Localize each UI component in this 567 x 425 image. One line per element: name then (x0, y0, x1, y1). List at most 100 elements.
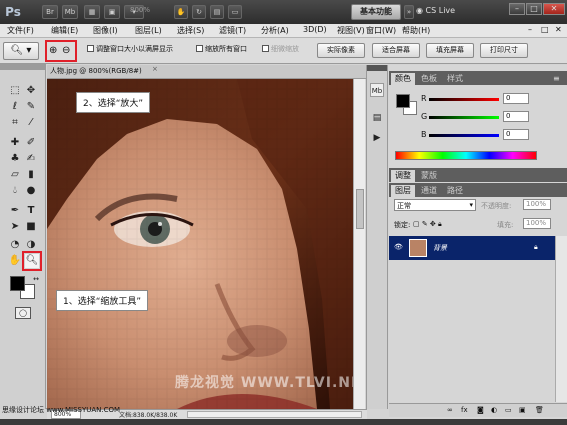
menu-3d[interactable]: 3D(D) (303, 25, 327, 34)
menu-filter[interactable]: 滤镜(T) (219, 25, 246, 36)
quick-mask-icon[interactable]: ◯ (15, 307, 31, 319)
layer-style-icon[interactable]: fx (461, 406, 468, 414)
doc-restore-button[interactable]: □ (541, 25, 549, 34)
print-size-button[interactable]: 打印尺寸 (480, 43, 528, 58)
zoom-all-checkbox[interactable]: 缩放所有窗口 (196, 44, 247, 54)
path-select-tool-icon[interactable]: ➤ (8, 220, 22, 234)
tab-channels[interactable]: 通道 (417, 185, 441, 197)
gradient-tool-icon[interactable]: ▮ (24, 168, 38, 182)
red-value-input[interactable]: 0 (503, 93, 529, 104)
camera-icon[interactable]: ▣ (104, 5, 120, 19)
3d-rotate-tool-icon[interactable]: ◔ (8, 238, 22, 252)
3d-orbit-tool-icon[interactable]: ◑ (24, 238, 38, 252)
scrubby-zoom-checkbox[interactable]: 细微缩放 (262, 44, 299, 54)
new-group-icon[interactable]: ▭ (505, 406, 512, 414)
hand-tool-icon[interactable]: ✋ (8, 254, 22, 268)
actual-pixels-button[interactable]: 实际像素 (317, 43, 365, 58)
bridge-icon[interactable]: Br (42, 5, 58, 19)
marquee-tool-icon[interactable]: ⬚ (8, 84, 22, 98)
hand-icon[interactable]: ✋ (174, 5, 188, 19)
dodge-tool-icon[interactable]: ● (24, 184, 38, 198)
maximize-button[interactable]: □ (526, 3, 542, 15)
clone-stamp-tool-icon[interactable]: ♣ (8, 152, 22, 166)
fill-input[interactable]: 100% (523, 218, 551, 229)
rotate-view-icon[interactable]: ↻ (192, 5, 206, 19)
blend-mode-select[interactable]: 正常 ▾ (394, 199, 476, 211)
doc-close-button[interactable]: ✕ (555, 25, 562, 34)
menu-layer[interactable]: 图层(L) (135, 25, 162, 36)
green-value-input[interactable]: 0 (503, 111, 529, 122)
link-layers-icon[interactable]: ∞ (447, 406, 453, 414)
type-tool-icon[interactable]: T (24, 204, 38, 218)
tab-color[interactable]: 颜色 (391, 73, 415, 85)
workspace-button[interactable]: 基本功能 (351, 4, 401, 20)
tab-masks[interactable]: 蒙版 (417, 170, 441, 182)
menu-view[interactable]: 视图(V) (337, 25, 365, 36)
grid-icon[interactable]: ▦ (84, 5, 100, 19)
zoom-tool-icon[interactable]: 🔍︎ (25, 254, 39, 268)
menu-edit[interactable]: 编辑(E) (51, 25, 78, 36)
close-button[interactable]: ✕ (543, 3, 565, 15)
minibridge-icon[interactable]: Mb (62, 5, 78, 19)
tool-preset-picker[interactable]: 🔍︎ ▾ (3, 42, 39, 60)
tab-paths[interactable]: 路径 (443, 185, 467, 197)
zoom-in-icon[interactable]: ⊕ (49, 44, 57, 58)
history-panel-icon[interactable]: ▤ (370, 111, 384, 125)
horizontal-scrollbar[interactable] (187, 411, 362, 418)
mini-bridge-panel-icon[interactable]: Mb (370, 83, 384, 97)
delete-layer-icon[interactable]: 🗑︎ (535, 406, 544, 414)
quick-select-tool-icon[interactable]: ✎ (24, 100, 38, 114)
shape-tool-icon[interactable]: ■ (24, 220, 38, 234)
visibility-eye-icon[interactable]: 👁︎ (394, 243, 403, 251)
menu-file[interactable]: 文件(F) (7, 25, 34, 36)
fit-screen-button[interactable]: 适合屏幕 (372, 43, 420, 58)
adjustment-layer-icon[interactable]: ◐ (491, 406, 497, 414)
menu-image[interactable]: 图像(I) (93, 25, 118, 36)
menu-select[interactable]: 选择(S) (177, 25, 204, 36)
blue-slider[interactable] (429, 134, 499, 137)
layers-scrollbar[interactable] (555, 236, 567, 402)
layer-row-background[interactable]: 👁︎ 背景 🔒︎ (389, 236, 555, 260)
foreground-color-swatch-top[interactable] (10, 276, 25, 291)
green-slider[interactable] (429, 116, 499, 119)
color-spectrum-bar[interactable] (395, 151, 537, 160)
brush-tool-icon[interactable]: ✐ (24, 136, 38, 150)
document-tab[interactable]: 人物.jpg @ 800%(RGB/8#) × (47, 65, 367, 79)
dock-grip[interactable] (367, 65, 387, 71)
doc-minimize-button[interactable]: – (528, 25, 532, 34)
red-slider[interactable] (429, 98, 499, 101)
fill-screen-button[interactable]: 填充屏幕 (426, 43, 474, 58)
menu-help[interactable]: 帮助(H) (402, 25, 430, 36)
move-tool-icon[interactable]: ✥ (24, 84, 38, 98)
swap-colors-icon[interactable]: ↔ (29, 272, 43, 286)
arrange-icon[interactable]: ▤ (210, 5, 224, 19)
actions-panel-icon[interactable]: ▶ (370, 131, 384, 145)
menu-window[interactable]: 窗口(W) (366, 25, 396, 36)
cs-live-button[interactable]: ◉ CS Live (416, 6, 455, 15)
tools-panel-grip[interactable] (0, 64, 46, 70)
tab-adjustments[interactable]: 调整 (391, 170, 415, 182)
pen-tool-icon[interactable]: ✒ (8, 204, 22, 218)
tab-styles[interactable]: 样式 (443, 73, 467, 85)
menu-analysis[interactable]: 分析(A) (261, 25, 289, 36)
scrollbar-thumb[interactable] (356, 189, 364, 229)
minimize-button[interactable]: – (509, 3, 525, 15)
vertical-scrollbar[interactable] (353, 79, 365, 409)
resize-windows-checkbox[interactable]: 调整窗口大小以满屏显示 (87, 44, 173, 54)
eraser-tool-icon[interactable]: ▱ (8, 168, 22, 182)
workspace-menu-icon[interactable]: » (404, 5, 414, 19)
blue-value-input[interactable]: 0 (503, 129, 529, 140)
tab-swatches[interactable]: 色板 (417, 73, 441, 85)
history-brush-tool-icon[interactable]: ✍ (24, 152, 38, 166)
image-canvas[interactable]: 2、选择“放大” 1、选择“缩放工具” 腾龙视觉 WWW.TLVI.NET (47, 79, 353, 409)
screen-mode-icon[interactable]: ▭ (228, 5, 242, 19)
close-tab-icon[interactable]: × (152, 65, 158, 73)
color-fg-swatch-top[interactable] (396, 94, 410, 108)
crop-tool-icon[interactable]: ⌗ (8, 116, 22, 130)
opacity-input[interactable]: 100% (523, 199, 551, 210)
lasso-tool-icon[interactable]: ℓ (8, 100, 22, 114)
blur-tool-icon[interactable]: 💧︎ (8, 184, 22, 198)
panel-menu-icon[interactable]: ≡ (549, 73, 564, 85)
healing-brush-tool-icon[interactable]: ✚ (8, 136, 22, 150)
lock-icons[interactable]: ▢ ✎ ✥ 🔒︎ (413, 220, 442, 229)
